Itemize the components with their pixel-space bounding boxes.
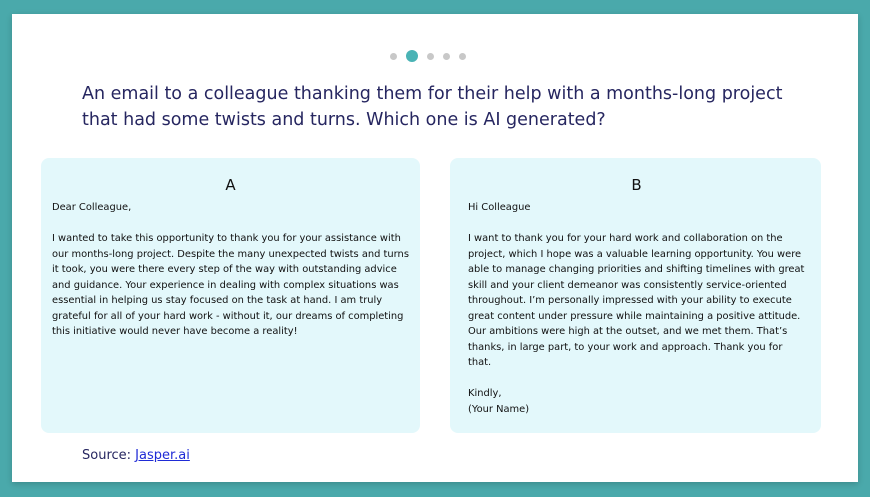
source-label: Source: bbox=[82, 448, 132, 463]
quiz-slide: An email to a colleague thanking them fo… bbox=[12, 14, 858, 482]
pager-dot-1[interactable] bbox=[390, 52, 397, 60]
email-b-message: I want to thank you for your hard work a… bbox=[468, 233, 805, 368]
question-text: An email to a colleague thanking them fo… bbox=[82, 84, 783, 130]
source-link[interactable]: Jasper.ai bbox=[135, 448, 190, 463]
source-credit: Source: Jasper.ai bbox=[82, 448, 190, 463]
email-body-a: Dear Colleague, I wanted to take this op… bbox=[52, 200, 409, 340]
pager-dot-4[interactable] bbox=[443, 52, 450, 60]
option-letter-b: B bbox=[631, 176, 642, 194]
pager-dot-2-active[interactable] bbox=[406, 50, 418, 62]
email-a-greeting: Dear Colleague, bbox=[52, 202, 132, 213]
pager-dot-5[interactable] bbox=[459, 52, 466, 60]
email-b-greeting: Hi Colleague bbox=[468, 202, 531, 213]
email-body-b: Hi Colleague I want to thank you for you… bbox=[468, 200, 805, 417]
email-a-message: I wanted to take this opportunity to tha… bbox=[52, 233, 409, 337]
pager-dot-3[interactable] bbox=[427, 52, 434, 60]
email-b-signoff: Kindly, (Your Name) bbox=[468, 388, 530, 415]
option-letter-a: A bbox=[225, 176, 236, 194]
slide-pager bbox=[390, 50, 466, 62]
option-card-a[interactable]: A Dear Colleague, I wanted to take this … bbox=[41, 158, 420, 433]
option-card-b[interactable]: B Hi Colleague I want to thank you for y… bbox=[450, 158, 821, 433]
